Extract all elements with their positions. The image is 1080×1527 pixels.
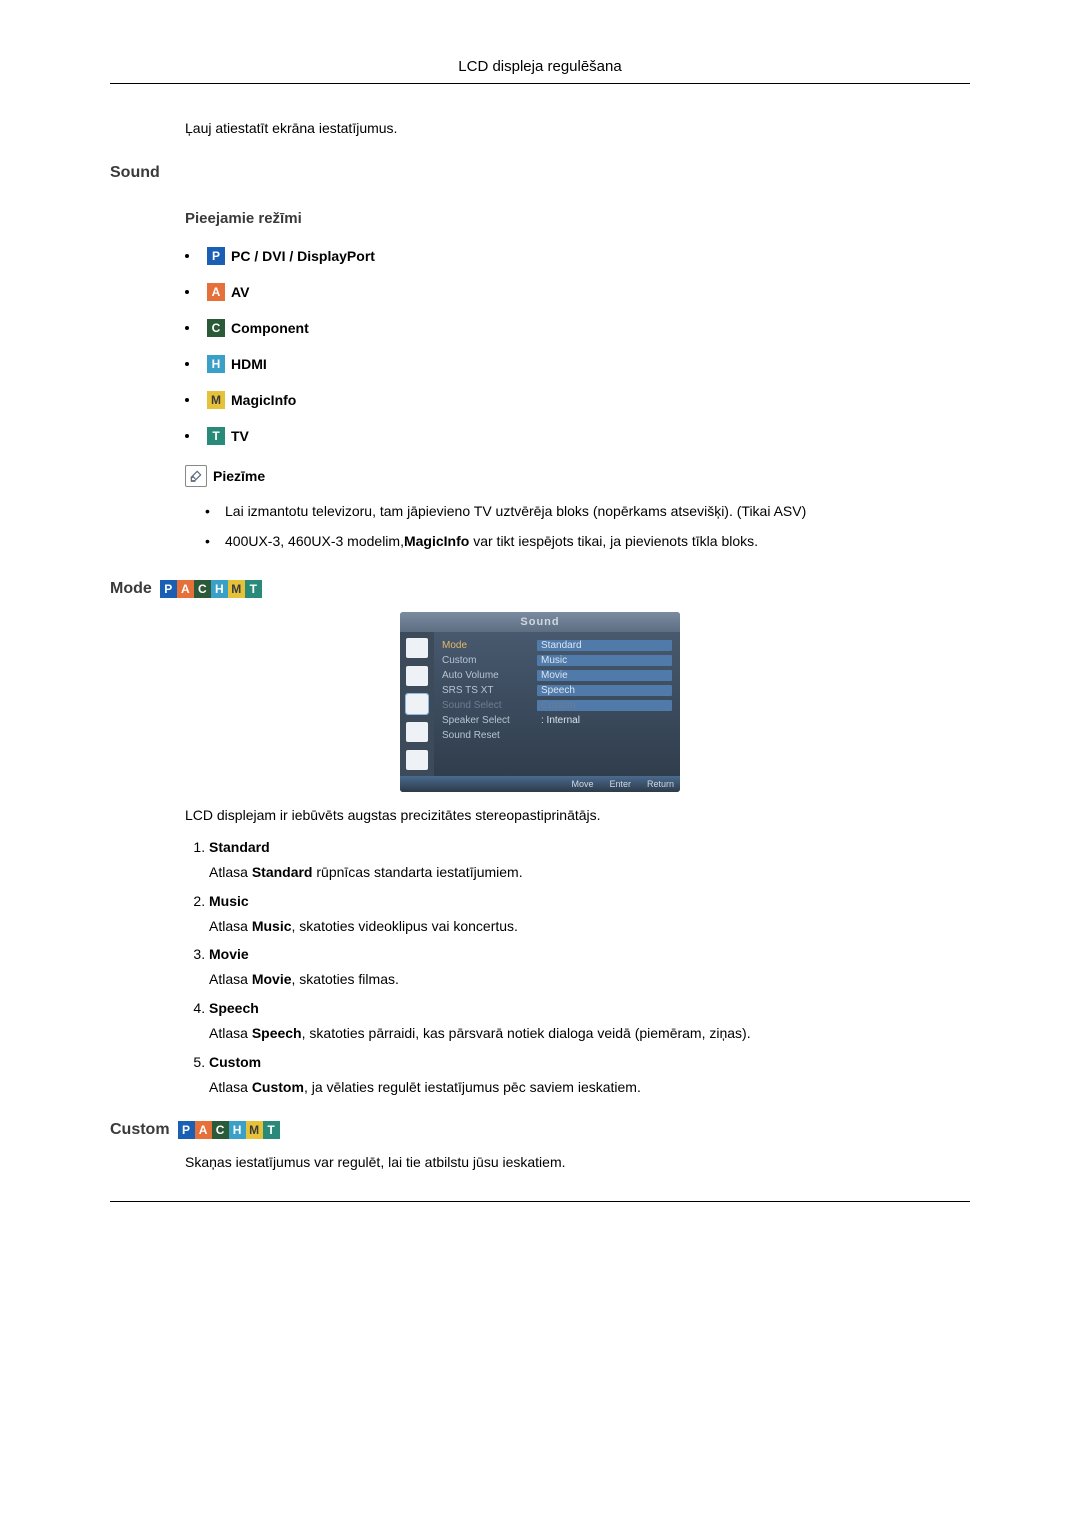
osd-screenshot: Sound ModeStandardCustomMusicAuto Volume… xyxy=(400,612,680,792)
mode-badge: H xyxy=(211,580,228,598)
mode-description: LCD displejam ir iebūvēts augstas preciz… xyxy=(185,806,970,826)
option-name: Standard xyxy=(209,839,970,855)
mode-badge: M xyxy=(246,1121,263,1139)
osd-row: ModeStandard xyxy=(442,638,672,653)
osd-side-icon xyxy=(406,694,428,714)
mode-badge-strip: PACHMT xyxy=(160,580,262,598)
mode-badge: C xyxy=(207,319,225,337)
option-desc: Atlasa Standard rūpnīcas standarta iesta… xyxy=(209,863,970,883)
mode-heading-row: Mode PACHMT xyxy=(110,580,970,598)
bullet-icon xyxy=(185,290,189,294)
osd-footer: Move Enter Return xyxy=(400,776,680,792)
mode-badge: P xyxy=(160,580,177,598)
osd-footer-item: Return xyxy=(647,779,674,789)
mode-label: AV xyxy=(231,284,249,300)
mode-item: P PC / DVI / DisplayPort xyxy=(185,247,970,265)
mode-label: Component xyxy=(231,320,309,336)
osd-row: Sound SelectCustom xyxy=(442,698,672,713)
option-desc: Atlasa Music, skatoties videoklipus vai … xyxy=(209,917,970,937)
sound-heading: Sound xyxy=(110,164,970,182)
osd-side-icon xyxy=(406,722,428,742)
mode-badge: C xyxy=(212,1121,229,1139)
osd-footer-item: Move xyxy=(571,779,593,789)
osd-side-icon xyxy=(406,666,428,686)
mode-item: A AV xyxy=(185,283,970,301)
intro-text: Ļauj atiestatīt ekrāna iestatījumus. xyxy=(185,120,970,136)
note-item: 400UX-3, 460UX-3 modelim,MagicInfo var t… xyxy=(205,531,970,551)
mode-heading: Mode xyxy=(110,580,152,598)
mode-label: HDMI xyxy=(231,356,267,372)
option-item: Standard Atlasa Standard rūpnīcas standar… xyxy=(209,839,970,883)
osd-row: Auto VolumeMovie xyxy=(442,668,672,683)
osd-row: Sound Reset xyxy=(442,728,672,743)
osd-row: CustomMusic xyxy=(442,653,672,668)
mode-badge: M xyxy=(207,391,225,409)
mode-badge: A xyxy=(195,1121,212,1139)
osd-sidebar xyxy=(400,632,434,776)
mode-badge: C xyxy=(194,580,211,598)
mode-label: MagicInfo xyxy=(231,392,296,408)
mode-item: T TV xyxy=(185,427,970,445)
bullet-icon xyxy=(185,398,189,402)
mode-badge: T xyxy=(207,427,225,445)
note-item: Lai izmantotu televizoru, tam jāpievieno… xyxy=(205,501,970,521)
osd-menu: ModeStandardCustomMusicAuto VolumeMovieS… xyxy=(434,632,680,776)
bullet-icon xyxy=(185,326,189,330)
note-list: Lai izmantotu televizoru, tam jāpievieno… xyxy=(205,501,970,552)
option-name: Custom xyxy=(209,1054,970,1070)
option-item: Music Atlasa Music, skatoties videoklipus… xyxy=(209,893,970,937)
osd-title: Sound xyxy=(400,612,680,632)
page-header: LCD displeja regulēšana xyxy=(110,58,970,84)
custom-heading-row: Custom PACHMT xyxy=(110,1121,970,1139)
available-modes-heading: Pieejamie režīmi xyxy=(185,210,970,227)
mode-badge: P xyxy=(207,247,225,265)
mode-badge: A xyxy=(177,580,194,598)
mode-badge: P xyxy=(178,1121,195,1139)
bullet-icon xyxy=(185,254,189,258)
osd-footer-item: Enter xyxy=(609,779,631,789)
custom-description: Skaņas iestatījumus var regulēt, lai tie… xyxy=(185,1153,970,1173)
mode-badge: A xyxy=(207,283,225,301)
option-desc: Atlasa Movie, skatoties filmas. xyxy=(209,970,970,990)
osd-side-icon xyxy=(406,638,428,658)
note-line: Piezīme xyxy=(185,465,970,487)
option-desc: Atlasa Speech, skatoties pārraidi, kas p… xyxy=(209,1024,970,1044)
mode-item: C Component xyxy=(185,319,970,337)
mode-badge: M xyxy=(228,580,245,598)
mode-label: TV xyxy=(231,428,249,444)
available-modes-list: P PC / DVI / DisplayPort A AV C Component H HDM… xyxy=(185,247,970,445)
custom-badge-strip: PACHMT xyxy=(178,1121,280,1139)
option-name: Movie xyxy=(209,946,970,962)
mode-badge: H xyxy=(207,355,225,373)
option-name: Music xyxy=(209,893,970,909)
mode-item: M MagicInfo xyxy=(185,391,970,409)
osd-row: SRS TS XTSpeech xyxy=(442,683,672,698)
header-divider xyxy=(110,83,970,84)
bullet-icon xyxy=(185,362,189,366)
custom-heading: Custom xyxy=(110,1121,170,1139)
mode-badge: H xyxy=(229,1121,246,1139)
note-label: Piezīme xyxy=(213,468,265,484)
option-name: Speech xyxy=(209,1000,970,1016)
footer-divider xyxy=(110,1201,970,1202)
option-desc: Atlasa Custom, ja vēlaties regulēt iesta… xyxy=(209,1078,970,1098)
note-icon xyxy=(185,465,207,487)
mode-option-list: Standard Atlasa Standard rūpnīcas standar… xyxy=(185,839,970,1097)
mode-badge: T xyxy=(263,1121,280,1139)
option-item: Movie Atlasa Movie, skatoties filmas. xyxy=(209,946,970,990)
osd-row: Speaker Select: Internal xyxy=(442,713,672,728)
bullet-icon xyxy=(185,434,189,438)
mode-item: H HDMI xyxy=(185,355,970,373)
osd-side-icon xyxy=(406,750,428,770)
option-item: Speech Atlasa Speech, skatoties pārraidi,… xyxy=(209,1000,970,1044)
page-header-title: LCD displeja regulēšana xyxy=(110,58,970,75)
mode-badge: T xyxy=(245,580,262,598)
option-item: Custom Atlasa Custom, ja vēlaties regulēt… xyxy=(209,1054,970,1098)
mode-label: PC / DVI / DisplayPort xyxy=(231,248,375,264)
